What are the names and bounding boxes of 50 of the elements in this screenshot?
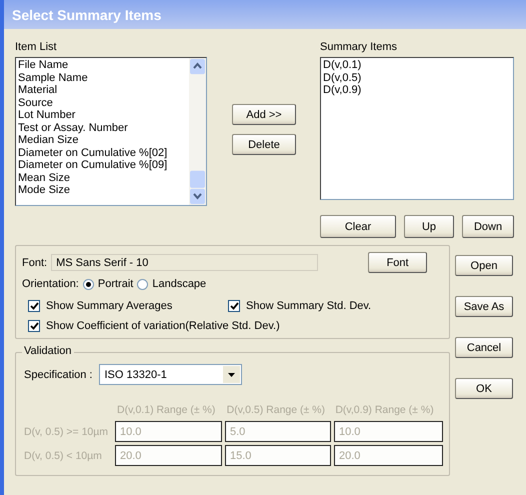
column-header: D(v,0.9) Range (± %): [335, 404, 435, 416]
specification-label: Specification :: [24, 368, 92, 380]
list-item[interactable]: File Name: [18, 59, 187, 72]
font-field: MS Sans Serif - 10: [51, 254, 318, 271]
save-as-button[interactable]: Save As: [455, 296, 513, 317]
checkbox[interactable]: [228, 300, 240, 312]
list-item[interactable]: Mean Size: [18, 172, 187, 184]
window-title: Select Summary Items: [4, 0, 526, 29]
list-item[interactable]: D(v,0.1): [323, 59, 511, 72]
clear-button[interactable]: Clear: [320, 215, 396, 238]
add-button[interactable]: Add >>: [232, 104, 296, 125]
radio-label: Landscape: [152, 278, 206, 290]
checkbox[interactable]: [28, 300, 40, 312]
delete-button[interactable]: Delete: [232, 134, 296, 155]
checkbox-label: Show Coefficient of variation(Relative Std. Dev.): [46, 320, 280, 332]
list-item[interactable]: Median Size: [18, 134, 187, 146]
list-item[interactable]: Diameter on Cumulative %[02]: [18, 146, 187, 159]
row-label: D(v, 0.5) >= 10µm: [24, 426, 110, 438]
checkbox-label: Show Summary Averages: [46, 300, 172, 312]
summary-items-label: Summary Items: [320, 41, 398, 53]
down-button[interactable]: Down: [462, 215, 514, 238]
checkbox[interactable]: [28, 320, 40, 332]
ok-button[interactable]: OK: [455, 378, 513, 399]
list-item[interactable]: Material: [18, 84, 187, 96]
item-list-label: Item List: [15, 41, 58, 53]
list-item[interactable]: Test or Assay. Number: [18, 122, 187, 134]
list-item[interactable]: D(v,0.5): [323, 72, 511, 84]
list-item[interactable]: D(v,0.9): [323, 84, 511, 96]
column-header: D(v,0.1) Range (± %): [117, 404, 216, 416]
list-item[interactable]: Sample Name: [18, 72, 187, 84]
summary-list[interactable]: D(v,0.1) D(v,0.5) D(v,0.9): [320, 57, 514, 200]
cancel-button[interactable]: Cancel: [455, 337, 513, 358]
font-label: Font:: [22, 256, 48, 268]
radio-label: Portrait: [98, 278, 134, 290]
validation-title: Validation: [22, 345, 74, 357]
up-button[interactable]: Up: [404, 215, 454, 238]
font-button[interactable]: Font: [368, 252, 428, 273]
radio-button[interactable]: [82, 278, 94, 290]
orientation-label: Orientation:: [22, 278, 79, 290]
scrollbar[interactable]: [189, 58, 206, 205]
row-label: D(v, 0.5) < 10µm: [24, 450, 103, 462]
item-list[interactable]: File Name Sample Name Material Source Lot Number Test or Assay. Number Median Size Diameter on Cumulative %[02] Diameter on Cumulative %[09] Mean Size Mode Size: [15, 57, 207, 206]
list-item[interactable]: Diameter on Cumulative %[09]: [18, 159, 187, 172]
radio-button[interactable]: [137, 278, 148, 290]
list-item[interactable]: Mode Size: [18, 184, 187, 196]
list-item[interactable]: Source: [18, 96, 187, 109]
checkbox-label: Show Summary Std. Dev.: [246, 300, 372, 312]
open-button[interactable]: Open: [455, 255, 513, 276]
list-item[interactable]: Lot Number: [18, 109, 187, 122]
column-header: D(v,0.5) Range (± %): [226, 404, 326, 416]
